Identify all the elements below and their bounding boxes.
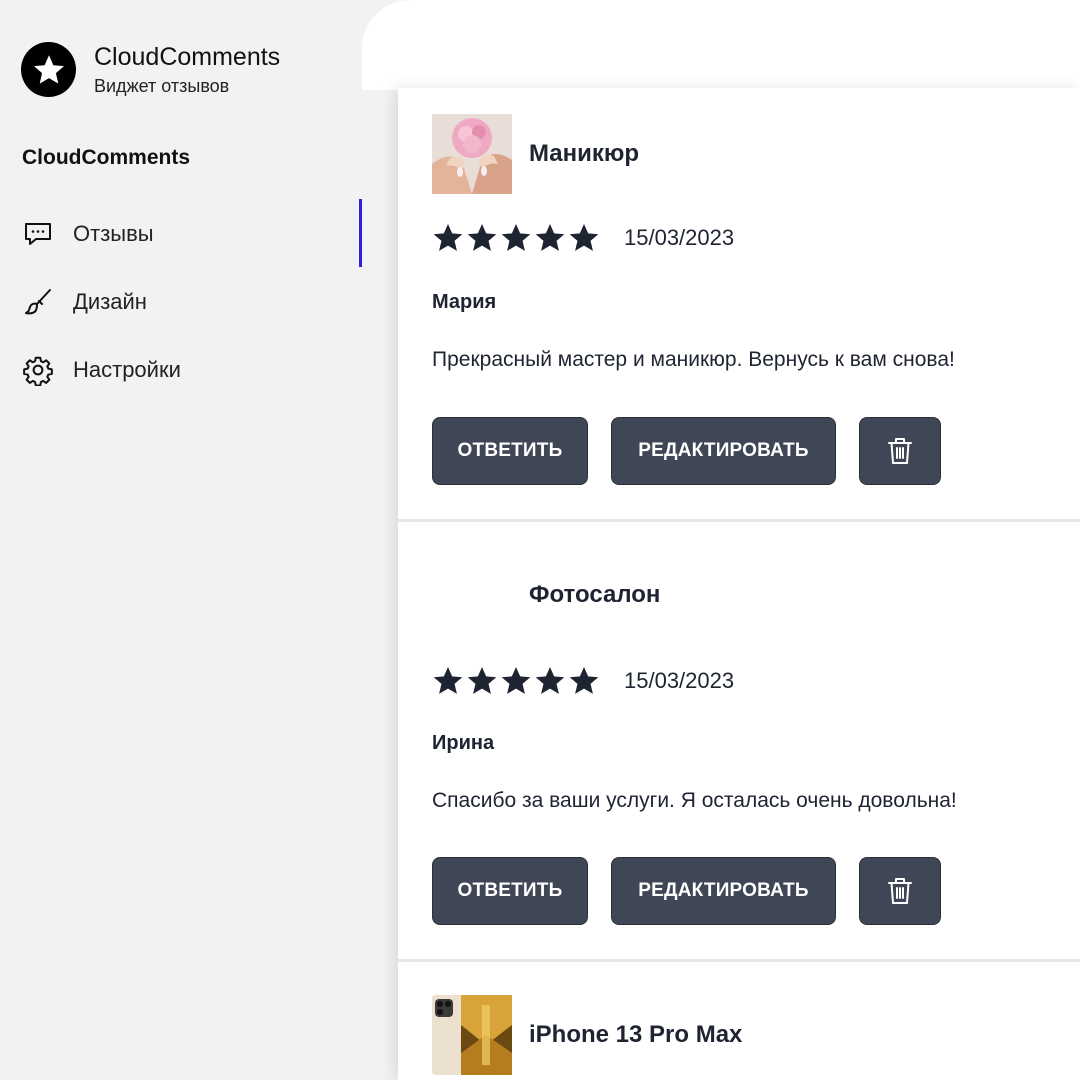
sidebar-item-design[interactable]: Дизайн [21,282,147,322]
trash-icon [888,438,912,464]
review-card: Фотосалон 15/03/2023 Ирина Спасибо за ва… [398,522,1080,960]
review-card: iPhone 13 Pro Max [398,962,1080,1080]
star-icon [433,224,463,251]
star-icon [569,667,599,694]
product-name: Фотосалон [529,581,661,608]
brand[interactable]: CloudComments Виджет отзывов [21,42,280,97]
product-name: iPhone 13 Pro Max [529,1021,743,1048]
review-author: Мария [432,291,497,313]
product-thumbnail-empty [432,555,512,635]
sidebar-item-label: Настройки [73,357,181,382]
review-text: Спасибо за ваши услуги. Я осталась очень… [432,789,957,812]
reviews-list: Маникюр 15/03/2023 Мария Прекрасный маст… [398,88,1080,1080]
reply-button[interactable]: ОТВЕТИТЬ [432,417,588,485]
product-header: Фотосалон [432,555,660,635]
review-actions: ОТВЕТИТЬ РЕДАКТИРОВАТЬ [432,857,941,925]
edit-button[interactable]: РЕДАКТИРОВАТЬ [611,417,836,485]
star-icon [535,224,565,251]
iphone-thumbnail [432,995,512,1075]
brand-title: CloudComments [94,42,281,71]
review-text: Прекрасный мастер и маникюр. Вернусь к в… [432,348,955,371]
delete-button[interactable] [859,417,941,485]
review-author: Ирина [432,732,495,754]
star-icon [501,224,531,251]
sidebar-item-reviews[interactable]: Отзывы [21,214,154,254]
gear-icon [21,353,55,387]
sidebar: CloudComments Виджет отзывов CloudCommen… [0,0,362,1080]
product-header: Маникюр [432,114,639,194]
rating-row: 15/03/2023 [432,665,734,697]
sidebar-section-title: CloudComments [22,146,190,169]
manicure-thumbnail [432,114,512,194]
star-icon [433,667,463,694]
star-icon [569,224,599,251]
review-date: 15/03/2023 [624,668,735,693]
delete-button[interactable] [859,857,941,925]
review-actions: ОТВЕТИТЬ РЕДАКТИРОВАТЬ [432,417,941,485]
star-icon [467,667,497,694]
review-card: Маникюр 15/03/2023 Мария Прекрасный маст… [398,88,1080,520]
sidebar-item-label: Дизайн [73,289,147,314]
active-nav-indicator [359,199,362,267]
review-date: 15/03/2023 [624,225,735,250]
star-icon [21,42,76,97]
trash-icon [888,878,912,904]
sidebar-item-label: Отзывы [73,221,154,246]
brand-subtitle: Виджет отзывов [94,75,230,96]
reply-button[interactable]: ОТВЕТИТЬ [432,857,588,925]
main-header-area [362,0,1080,90]
brush-icon [21,285,55,319]
star-icon [535,667,565,694]
chat-bubble-icon [21,217,55,251]
sidebar-item-settings[interactable]: Настройки [21,350,181,390]
product-header: iPhone 13 Pro Max [432,995,742,1075]
rating-row: 15/03/2023 [432,222,734,254]
star-rating [432,222,600,254]
star-rating [432,665,600,697]
edit-button[interactable]: РЕДАКТИРОВАТЬ [611,857,836,925]
star-icon [467,224,497,251]
product-name: Маникюр [529,140,640,167]
star-icon [501,667,531,694]
